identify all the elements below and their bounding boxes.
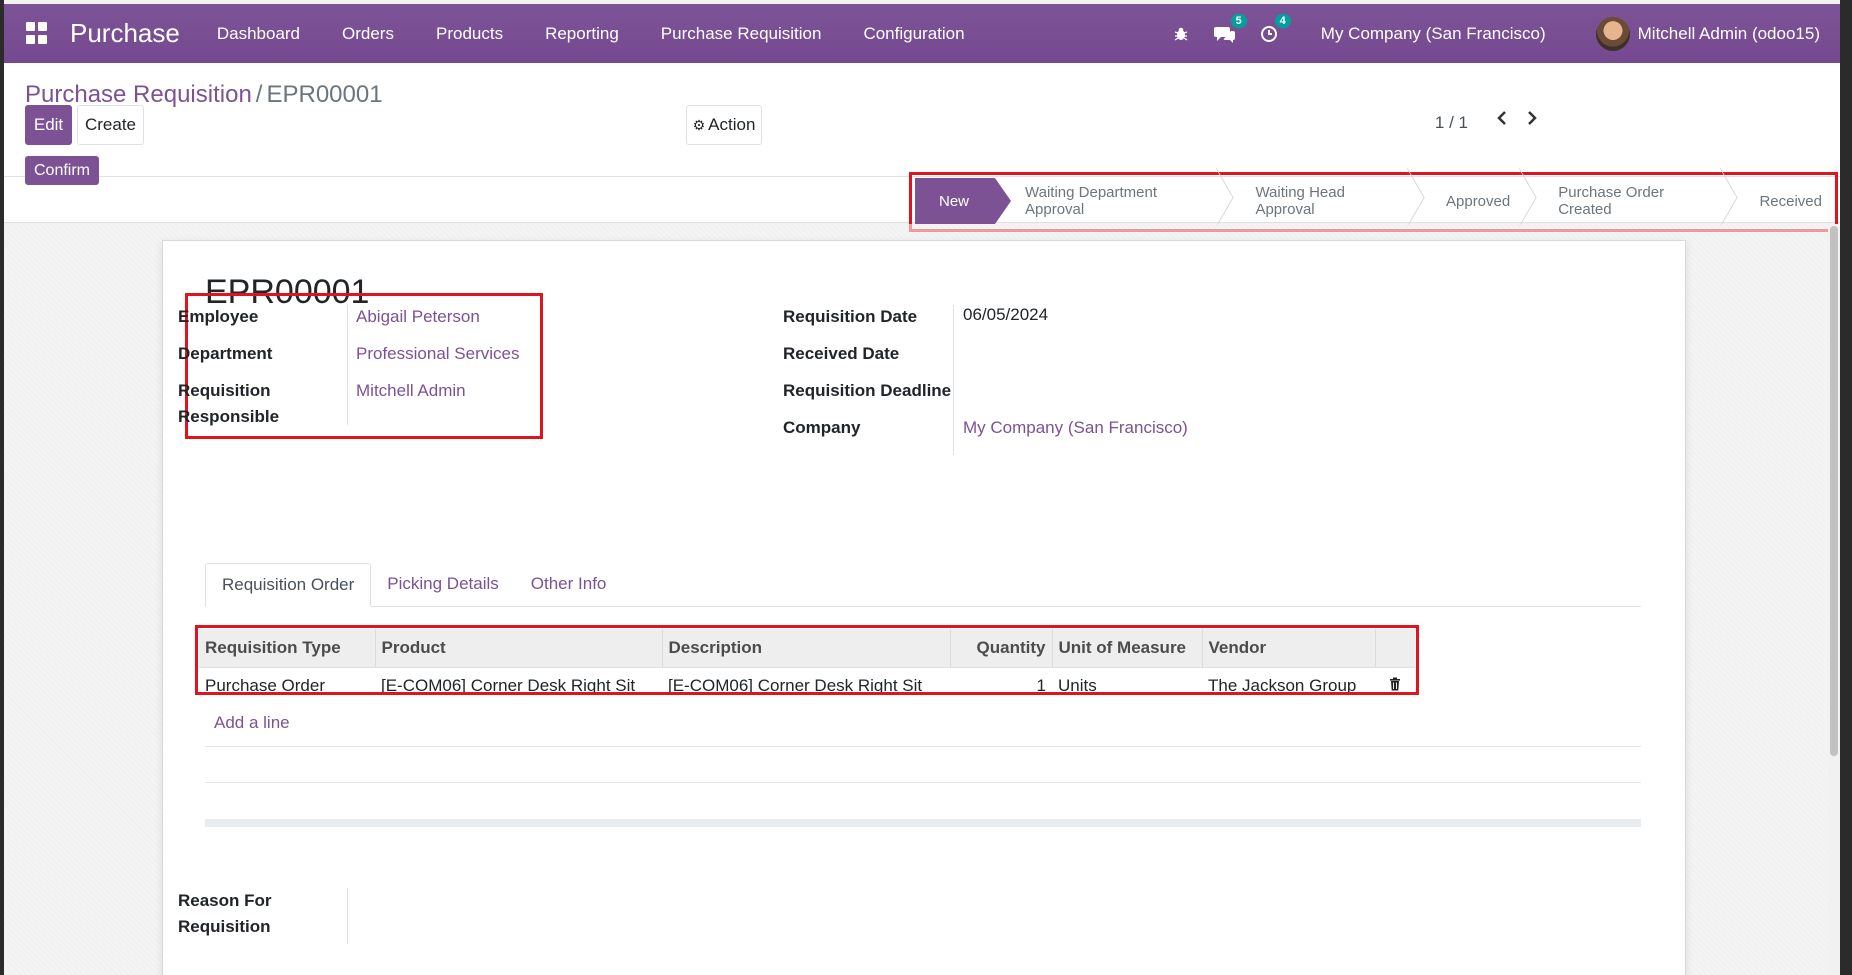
- status-step-waiting-department[interactable]: Waiting Department Approval: [995, 178, 1225, 224]
- action-label: Action: [708, 115, 756, 134]
- company-switcher[interactable]: My Company (San Francisco): [1321, 24, 1546, 44]
- menu-dashboard[interactable]: Dashboard: [196, 24, 321, 44]
- menu-reporting[interactable]: Reporting: [524, 24, 640, 44]
- status-step-po-created[interactable]: Purchase Order Created: [1528, 178, 1729, 224]
- chevron-right-icon[interactable]: [1526, 109, 1538, 133]
- employee-label: Employee: [178, 307, 259, 326]
- edit-button[interactable]: Edit: [25, 105, 72, 145]
- menu-purchase-requisition[interactable]: Purchase Requisition: [640, 24, 843, 44]
- gear-icon: ⚙: [692, 116, 706, 133]
- table-footer-bar: [205, 819, 1641, 827]
- requisition-deadline-label: Requisition Deadline: [783, 381, 952, 400]
- form-sheet: EPR00001 Employee Abigail Peterson Depar…: [162, 240, 1686, 975]
- status-step-approved[interactable]: Approved: [1416, 178, 1528, 224]
- control-panel: Purchase Requisition / EPR00001 Edit Creat…: [4, 63, 1840, 177]
- action-button[interactable]: ⚙ Action: [686, 105, 762, 145]
- add-line-link[interactable]: Add a line: [214, 713, 290, 733]
- menu-configuration[interactable]: Configuration: [842, 24, 985, 44]
- reason-divider: [347, 888, 348, 944]
- apps-menu-icon[interactable]: [26, 21, 50, 46]
- app-brand[interactable]: Purchase: [70, 18, 180, 49]
- activities-badge: 4: [1274, 13, 1291, 28]
- requisition-date-field[interactable]: 06/05/2024: [963, 305, 1048, 325]
- breadcrumb-parent[interactable]: Purchase Requisition: [25, 81, 252, 108]
- filler-row: [205, 746, 1641, 747]
- pager-value[interactable]: 1 / 1: [1435, 113, 1468, 133]
- received-date-label: Received Date: [783, 344, 900, 363]
- reason-label: Reason For Requisition: [178, 891, 272, 936]
- requisition-date-label: Requisition Date: [783, 307, 918, 326]
- page-scrollbar[interactable]: [1828, 224, 1840, 975]
- create-button[interactable]: Create: [77, 105, 144, 145]
- bug-icon[interactable]: [1169, 22, 1193, 46]
- messages-badge: 5: [1230, 13, 1247, 28]
- company-field[interactable]: My Company (San Francisco): [963, 418, 1188, 438]
- responsible-field[interactable]: Mitchell Admin: [356, 381, 466, 401]
- menu-orders[interactable]: Orders: [321, 24, 415, 44]
- activity-clock-icon[interactable]: 4: [1257, 13, 1291, 46]
- breadcrumb-current: EPR00001: [266, 81, 383, 108]
- app-window: Purchase Dashboard Orders Products Repor…: [4, 0, 1840, 975]
- field-divider: [347, 305, 348, 425]
- field-divider-right: [953, 305, 954, 455]
- lines-highlight-box: [195, 625, 1419, 695]
- user-avatar[interactable]: [1595, 16, 1630, 51]
- chevron-left-icon[interactable]: [1496, 109, 1508, 133]
- status-steps: New Waiting Department Approval Waiting …: [915, 178, 1840, 224]
- employee-field[interactable]: Abigail Peterson: [356, 307, 480, 327]
- department-field[interactable]: Professional Services: [356, 344, 519, 364]
- user-menu[interactable]: Mitchell Admin (odoo15): [1638, 24, 1820, 44]
- confirm-button[interactable]: Confirm: [25, 156, 99, 185]
- tab-requisition-order[interactable]: Requisition Order: [205, 563, 372, 607]
- tab-picking-details[interactable]: Picking Details: [371, 563, 515, 606]
- chat-icon[interactable]: 5: [1213, 13, 1247, 46]
- responsible-label: Requisition Responsible: [178, 381, 280, 426]
- menu-products[interactable]: Products: [415, 24, 524, 44]
- form-tabs: Requisition Order Picking Details Other …: [205, 563, 1641, 607]
- company-label: Company: [783, 418, 861, 437]
- department-label: Department: [178, 344, 273, 363]
- status-step-new[interactable]: New: [915, 178, 1012, 224]
- top-navbar: Purchase Dashboard Orders Products Repor…: [4, 4, 1840, 63]
- status-step-received[interactable]: Received: [1729, 178, 1840, 224]
- scrollbar-thumb[interactable]: [1830, 226, 1838, 756]
- status-step-waiting-head[interactable]: Waiting Head Approval: [1225, 178, 1416, 224]
- filler-row: [205, 782, 1641, 783]
- breadcrumb-separator: /: [255, 81, 263, 108]
- tab-other-info[interactable]: Other Info: [515, 563, 623, 606]
